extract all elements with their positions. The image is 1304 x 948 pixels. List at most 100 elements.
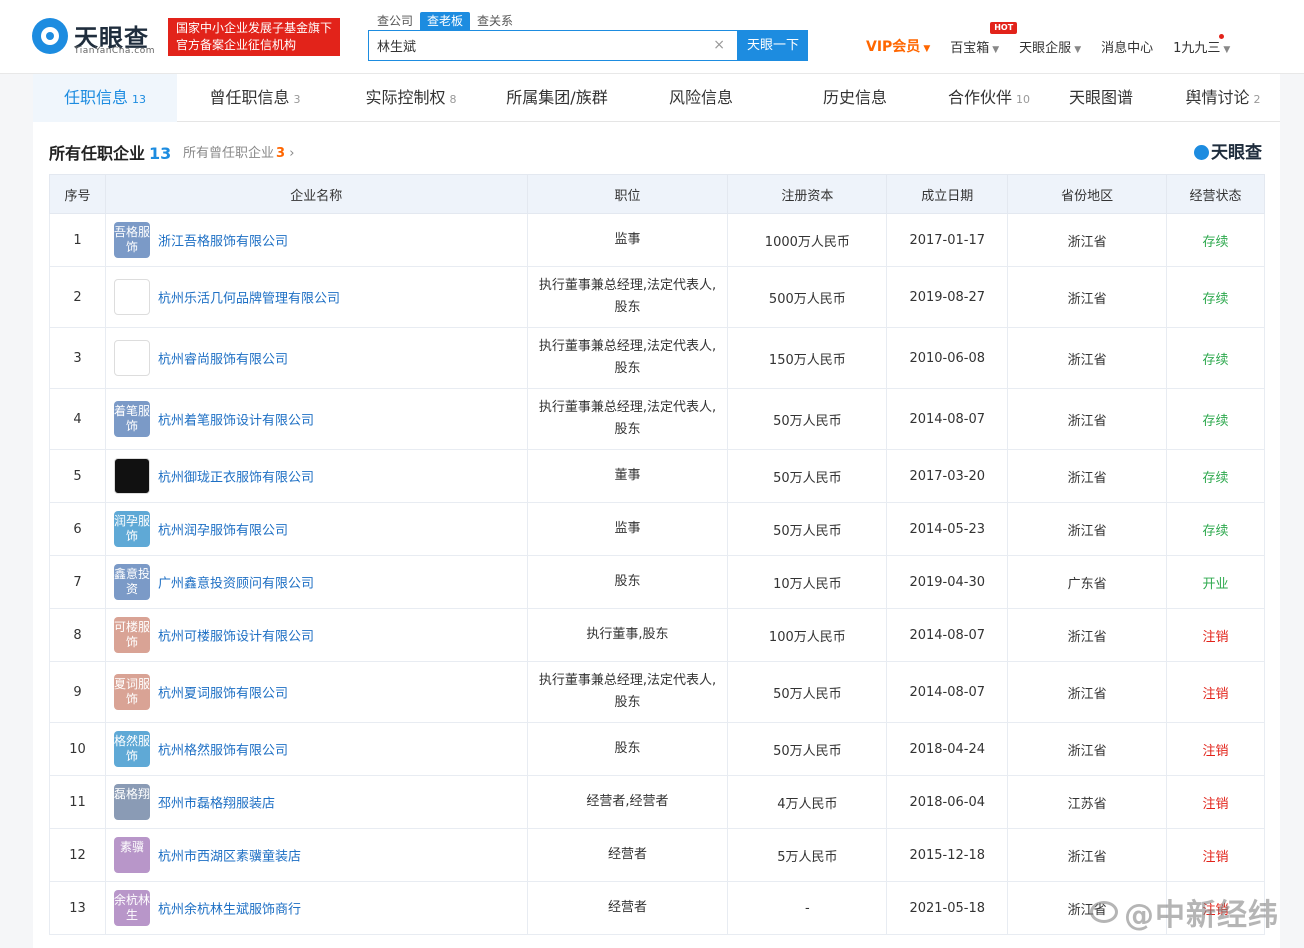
cell-status: 开业	[1166, 555, 1265, 609]
user-menu[interactable]: 1九九三 ▼	[1173, 33, 1231, 56]
cell-capital: 100万人民币	[727, 608, 888, 662]
cell-date: 2018-06-04	[886, 775, 1009, 829]
cell-position: 监事	[526, 213, 729, 267]
cell-status: 注销	[1166, 775, 1265, 829]
message-center-link[interactable]: 消息中心	[1101, 37, 1153, 56]
cell-company: 杭州睿尚服饰有限公司	[104, 327, 528, 389]
cell-no: 11	[49, 775, 106, 829]
cell-no: 3	[49, 327, 106, 389]
table-row: 11 磊格翔邳州市磊格翔服装店 经营者,经营者 4万人民币 2018-06-04 江苏省注…	[49, 775, 1265, 829]
vip-label: VIP会员	[866, 39, 921, 55]
eye-logo-icon	[32, 18, 68, 54]
table-row: 3 杭州睿尚服饰有限公司 执行董事兼总经理,法定代表人,股东 150万人民币 2010-…	[49, 327, 1265, 389]
cell-position: 执行董事兼总经理,法定代表人,股东	[526, 388, 729, 450]
cell-company: 磊格翔邳州市磊格翔服装店	[104, 775, 528, 829]
cell-company: 润孕服饰 杭州润孕服饰有限公司	[104, 502, 528, 556]
cell-region: 浙江省	[1007, 661, 1168, 723]
cell-no: 10	[49, 722, 106, 776]
company-logo-image	[113, 279, 150, 315]
company-link[interactable]: 杭州余杭林生斌服饰商行	[158, 903, 301, 918]
cell-no: 8	[49, 608, 106, 662]
cell-date: 2017-03-20	[886, 449, 1009, 503]
cell-status: 注销	[1166, 722, 1265, 776]
cell-date: 2019-08-27	[886, 266, 1009, 328]
cell-position: 股东	[526, 555, 729, 609]
tab-risk[interactable]: 风险信息	[633, 74, 769, 122]
chevron-right-icon: ›	[289, 146, 295, 161]
col-header-region: 省份地区	[1007, 174, 1168, 214]
cell-region: 江苏省	[1007, 775, 1168, 829]
col-header-capital: 注册资本	[727, 174, 888, 214]
cell-region: 浙江省	[1007, 327, 1168, 389]
tab-past-positions[interactable]: 曾任职信息 3	[177, 74, 333, 122]
enterprise-label: 天眼企服	[1019, 40, 1072, 56]
cell-date: 2015-12-18	[886, 828, 1009, 882]
company-link[interactable]: 杭州润孕服饰有限公司	[158, 524, 288, 539]
cell-no: 5	[49, 449, 106, 503]
company-link[interactable]: 杭州睿尚服饰有限公司	[158, 353, 288, 368]
table-row: 9 夏词服饰 杭州夏词服饰有限公司 执行董事兼总经理,法定代表人,股东 50万人民币 20…	[49, 661, 1265, 723]
company-link[interactable]: 杭州可楼服饰设计有限公司	[158, 630, 314, 645]
company-link[interactable]: 杭州市西湖区素骥童装店	[158, 850, 301, 865]
company-link[interactable]: 浙江吾格服饰有限公司	[158, 235, 288, 250]
company-link[interactable]: 杭州夏词服饰有限公司	[158, 687, 288, 702]
company-logo-image	[113, 458, 150, 494]
tab-current-positions[interactable]: 任职信息 13	[33, 74, 177, 122]
cell-status: 注销	[1166, 661, 1265, 723]
hot-badge: HOT	[990, 21, 1018, 34]
company-logo: 余杭林生	[113, 890, 150, 926]
search-tab-relation[interactable]: 查关系	[470, 12, 520, 30]
cell-company: 夏词服饰 杭州夏词服饰有限公司	[104, 661, 528, 723]
tianyancha-logo[interactable]: 天眼查 TianYanCha.com	[32, 16, 162, 56]
tab-graph[interactable]: 天眼图谱	[1055, 74, 1147, 122]
company-link[interactable]: 杭州御珑正衣服饰有限公司	[158, 471, 314, 486]
chevron-down-icon: ▼	[923, 44, 931, 54]
company-link[interactable]: 广州鑫意投资顾问有限公司	[158, 577, 314, 592]
positions-table: 序号 企业名称 职位 注册资本 成立日期 省份地区 经营状态 1 吾格服饰 浙江吾格…	[49, 174, 1265, 935]
tab-public-opinion[interactable]: 舆情讨论 2	[1173, 74, 1273, 122]
cell-date: 2018-04-24	[886, 722, 1009, 776]
cell-region: 浙江省	[1007, 213, 1168, 267]
enterprise-menu[interactable]: 天眼企服 ▼	[1019, 37, 1081, 56]
tab-partners[interactable]: 合作伙伴 10	[933, 74, 1045, 122]
treasure-menu[interactable]: 百宝箱 ▼ HOT	[950, 21, 1018, 56]
cell-capital: 50万人民币	[727, 722, 888, 776]
cell-date: 2014-08-07	[886, 388, 1009, 450]
tab-group[interactable]: 所属集团/族群	[489, 74, 625, 122]
weibo-icon	[1090, 901, 1118, 923]
clear-icon[interactable]: ×	[713, 37, 725, 53]
cell-company: 杭州乐活几何品牌管理有限公司	[104, 266, 528, 328]
tab-actual-control[interactable]: 实际控制权 8	[333, 74, 489, 122]
cell-status: 存续	[1166, 213, 1265, 267]
table-row: 7 鑫意投资 广州鑫意投资顾问有限公司 股东 10万人民币 2019-04-30 广东省 开业	[49, 555, 1265, 609]
search-tab-boss[interactable]: 查老板	[420, 12, 471, 30]
vip-menu[interactable]: VIP会员 ▼	[866, 36, 930, 56]
cell-company: 素骥杭州市西湖区素骥童装店	[104, 828, 528, 882]
cell-no: 7	[49, 555, 106, 609]
search-input[interactable]	[369, 31, 709, 60]
section-title: 所有任职企业 13	[49, 144, 172, 163]
company-logo: 吾格服饰	[113, 222, 150, 258]
table-row: 13 余杭林生 杭州余杭林生斌服饰商行 经营者 -2021-05-18 浙江省 注销	[49, 881, 1265, 935]
top-header: 天眼查 TianYanCha.com 国家中小企业发展子基金旗下 官方备案企业征…	[0, 0, 1304, 74]
search-button[interactable]: 天眼一下	[738, 30, 808, 61]
cell-company: 杭州御珑正衣服饰有限公司	[104, 449, 528, 503]
brand-watermark: 天眼查	[1194, 138, 1262, 163]
cell-position: 监事	[526, 502, 729, 556]
cell-status: 存续	[1166, 502, 1265, 556]
company-link[interactable]: 杭州着笔服饰设计有限公司	[158, 414, 314, 429]
col-header-status: 经营状态	[1166, 174, 1265, 214]
search-tab-company[interactable]: 查公司	[370, 12, 420, 30]
chevron-down-icon: ▼	[1223, 44, 1231, 55]
cell-position: 执行董事兼总经理,法定代表人,股东	[526, 661, 729, 723]
company-link[interactable]: 杭州乐活几何品牌管理有限公司	[158, 292, 340, 307]
cell-status: 存续	[1166, 266, 1265, 328]
tab-history[interactable]: 历史信息	[787, 74, 923, 122]
company-link[interactable]: 杭州格然服饰有限公司	[158, 744, 288, 759]
cell-no: 12	[49, 828, 106, 882]
cell-region: 浙江省	[1007, 502, 1168, 556]
cell-position: 经营者	[526, 881, 729, 935]
treasure-label: 百宝箱	[950, 40, 990, 56]
past-companies-link[interactable]: 所有曾任职企业 3 ›	[183, 142, 294, 161]
company-link[interactable]: 邳州市磊格翔服装店	[158, 797, 275, 812]
